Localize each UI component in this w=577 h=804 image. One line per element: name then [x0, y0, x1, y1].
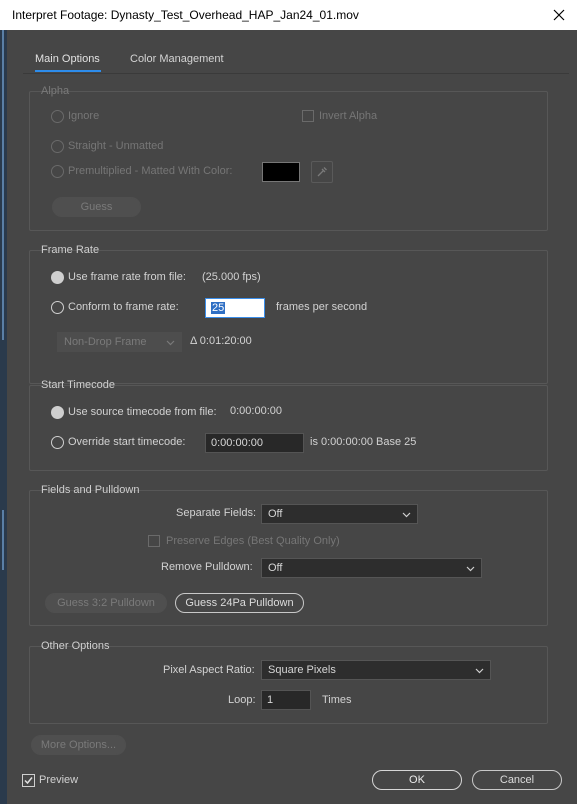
separate-fields-value: Off [268, 508, 283, 520]
separate-fields-label: Separate Fields: [176, 507, 257, 519]
premultiplied-radio[interactable] [51, 165, 64, 178]
tabs-divider [23, 73, 569, 74]
straight-label: Straight - Unmatted [68, 140, 164, 152]
chevron-down-icon [475, 665, 484, 677]
ignore-label: Ignore [68, 110, 100, 122]
preview-label: Preview [39, 774, 79, 786]
alpha-group-title: Alpha [41, 85, 70, 97]
invert-alpha-label: Invert Alpha [319, 110, 378, 122]
pixel-aspect-ratio-label: Pixel Aspect Ratio: [163, 664, 255, 676]
drop-frame-value: Non-Drop Frame [64, 336, 147, 348]
more-options-button[interactable]: More Options... [31, 735, 126, 755]
drop-frame-dropdown[interactable]: Non-Drop Frame [57, 332, 182, 352]
override-timecode-radio[interactable] [51, 436, 64, 449]
chevron-down-icon [402, 509, 411, 521]
edge-stripe [2, 30, 4, 340]
background-window-edge [0, 30, 7, 804]
edge-stripe [2, 510, 4, 570]
timecode-base-value: Base 25 [376, 436, 417, 448]
eyedropper-icon[interactable] [311, 161, 333, 183]
duration-value: Δ 0:01:20:00 [190, 335, 252, 347]
timecode-is-value: is 0:00:00:00 [310, 436, 373, 448]
loop-times-label: Times [322, 694, 352, 706]
guess-button[interactable]: Guess [52, 197, 141, 217]
remove-pulldown-dropdown[interactable]: Off [261, 558, 482, 578]
chevron-down-icon [166, 337, 175, 349]
guess-32-pulldown-button[interactable]: Guess 3:2 Pulldown [45, 593, 167, 613]
matte-color-swatch[interactable] [262, 162, 300, 182]
cancel-button[interactable]: Cancel [472, 770, 562, 790]
preview-checkbox[interactable] [22, 774, 35, 787]
window-title: Interpret Footage: Dynasty_Test_Overhead… [12, 8, 359, 22]
remove-pulldown-value: Off [268, 562, 283, 574]
override-timecode-label: Override start timecode: [68, 436, 186, 448]
file-fps-value: (25.000 fps) [202, 271, 261, 283]
ok-button[interactable]: OK [372, 770, 462, 790]
source-timecode-value: 0:00:00:00 [230, 405, 282, 417]
start-timecode-title: Start Timecode [41, 379, 115, 391]
checkmark-icon [24, 777, 33, 785]
use-file-frame-rate-label: Use frame rate from file: [68, 271, 186, 283]
override-timecode-input[interactable]: 0:00:00:00 [205, 433, 304, 453]
start-timecode-group [29, 385, 548, 471]
separate-fields-dropdown[interactable]: Off [261, 504, 418, 524]
remove-pulldown-label: Remove Pulldown: [161, 561, 253, 573]
other-options-title: Other Options [41, 640, 110, 652]
conform-frame-rate-radio[interactable] [51, 301, 64, 314]
other-options-group [29, 646, 548, 724]
preserve-edges-checkbox[interactable] [148, 535, 160, 547]
chevron-down-icon [466, 563, 475, 575]
ignore-radio[interactable] [51, 110, 64, 123]
pixel-aspect-ratio-value: Square Pixels [268, 664, 336, 676]
use-source-timecode-label: Use source timecode from file: [68, 406, 217, 418]
conform-fps-value: 25 [211, 302, 226, 314]
straight-radio[interactable] [51, 140, 64, 153]
pixel-aspect-ratio-dropdown[interactable]: Square Pixels [261, 660, 491, 680]
dialog-body: Main Options Color Management Alpha Igno… [7, 30, 577, 804]
tab-main-options[interactable]: Main Options [35, 53, 100, 65]
premultiplied-label: Premultiplied - Matted With Color: [68, 165, 233, 177]
fields-pulldown-title: Fields and Pulldown [41, 484, 140, 496]
frame-rate-title: Frame Rate [41, 244, 100, 256]
conform-fps-input[interactable]: 25 [205, 298, 265, 318]
loop-input[interactable]: 1 [261, 690, 311, 710]
title-bar: Interpret Footage: Dynasty_Test_Overhead… [0, 0, 577, 30]
close-icon[interactable] [547, 3, 571, 27]
fps-unit-label: frames per second [276, 301, 368, 313]
guess-24pa-pulldown-button[interactable]: Guess 24Pa Pulldown [175, 593, 304, 613]
preserve-edges-label: Preserve Edges (Best Quality Only) [166, 535, 340, 547]
use-file-frame-rate-radio[interactable] [51, 271, 64, 284]
loop-label: Loop: [228, 694, 256, 706]
use-source-timecode-radio[interactable] [51, 406, 64, 419]
conform-frame-rate-label: Conform to frame rate: [68, 301, 179, 313]
active-tab-indicator [35, 70, 101, 72]
invert-alpha-checkbox[interactable] [302, 110, 314, 122]
tab-color-management[interactable]: Color Management [130, 53, 224, 65]
